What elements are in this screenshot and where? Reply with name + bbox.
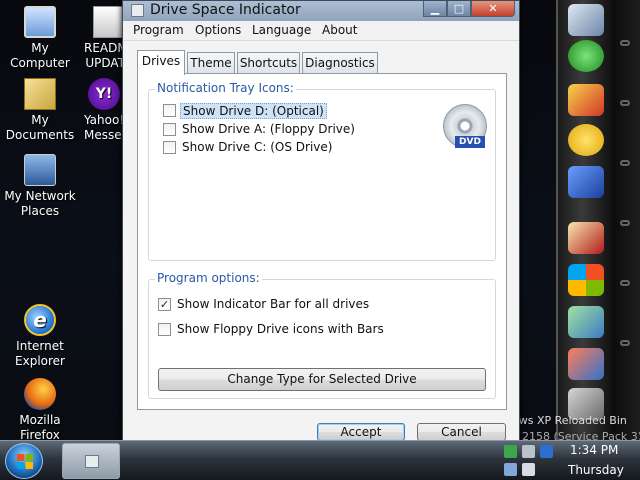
- clock-time[interactable]: 1:34 PM: [570, 443, 618, 457]
- desktop-icon-label: My Documents: [5, 113, 75, 142]
- desktop-icon-internet-explorer[interactable]: e Internet Explorer: [0, 304, 80, 369]
- chain-link: [620, 220, 630, 226]
- checkbox[interactable]: [158, 323, 171, 336]
- desktop-build-text: ows XP Reloaded Bin: [512, 414, 627, 427]
- desktop-icon-mozilla-firefox[interactable]: Mozilla Firefox: [0, 378, 80, 443]
- minimize-button[interactable]: ▁: [423, 1, 447, 17]
- chain-link: [620, 40, 630, 46]
- group-label: Program options:: [155, 271, 262, 285]
- desktop-icon-label: My Network Places: [4, 189, 76, 218]
- chain-link: [620, 160, 630, 166]
- checkbox[interactable]: ✓: [158, 298, 171, 311]
- tab-theme[interactable]: Theme: [187, 52, 235, 74]
- maximize-button[interactable]: □: [447, 1, 471, 17]
- checkbox-label: Show Drive D: (Optical): [180, 103, 327, 119]
- windows-logo-icon: [17, 454, 33, 469]
- desktop-icon-my-network-places[interactable]: My Network Places: [0, 154, 80, 219]
- window-title: Drive Space Indicator: [150, 2, 301, 18]
- drives-tab-panel: Notification Tray Icons: Show Drive D: (…: [137, 73, 507, 410]
- checkbox[interactable]: [163, 141, 176, 154]
- dock-windows-icon[interactable]: [568, 264, 604, 296]
- desktop-icon-my-documents[interactable]: My Documents: [0, 78, 80, 143]
- change-type-button[interactable]: Change Type for Selected Drive: [158, 368, 486, 391]
- desktop-icon-label: My Computer: [10, 41, 70, 70]
- menu-options[interactable]: Options: [195, 23, 241, 37]
- chain-link: [620, 100, 630, 106]
- drive-indicator-tray-icon[interactable]: [540, 445, 553, 458]
- desktop-icon-yahoo-messenger[interactable]: Y! Yahoo! Messenger: [84, 78, 124, 143]
- menu-bar: Program Options Language About: [123, 21, 519, 41]
- checkbox-show-floppy-icons[interactable]: Show Floppy Drive icons with Bars: [158, 322, 384, 338]
- dock-ie-icon[interactable]: [568, 40, 604, 72]
- clock-day[interactable]: Thursday: [568, 463, 624, 477]
- checkbox-label: Show Drive A: (Floppy Drive): [182, 122, 355, 136]
- checkbox-label: Show Drive C: (OS Drive): [182, 140, 333, 154]
- cancel-button[interactable]: Cancel: [417, 423, 506, 441]
- menu-program[interactable]: Program: [133, 23, 184, 37]
- checkbox[interactable]: [163, 104, 176, 117]
- checkbox-show-drive-a[interactable]: Show Drive A: (Floppy Drive): [163, 122, 363, 138]
- dock-msn-icon[interactable]: [568, 166, 604, 198]
- start-button[interactable]: [5, 443, 43, 479]
- app-icon: [85, 455, 99, 468]
- dock-app-icon[interactable]: [568, 4, 604, 36]
- documents-folder-icon: [24, 78, 56, 110]
- dock-edge: [612, 0, 640, 440]
- app-icon: [131, 4, 144, 17]
- application-dock: [556, 0, 612, 440]
- checkbox-label: Show Indicator Bar for all drives: [177, 297, 370, 311]
- tray-icon[interactable]: [522, 463, 535, 476]
- close-button[interactable]: ✕: [471, 1, 515, 17]
- drive-space-indicator-window: Drive Space Indicator ▁ □ ✕ Program Opti…: [122, 0, 520, 441]
- checkbox[interactable]: [163, 123, 176, 136]
- accept-button[interactable]: Accept: [317, 423, 405, 441]
- menu-about[interactable]: About: [322, 23, 357, 37]
- checkbox-label: Show Floppy Drive icons with Bars: [177, 322, 384, 336]
- volume-tray-icon[interactable]: [504, 463, 517, 476]
- yahoo-icon: Y!: [88, 78, 120, 110]
- program-options-group: Program options: ✓ Show Indicator Bar fo…: [148, 271, 496, 399]
- desktop-icon-my-computer[interactable]: My Computer: [0, 6, 80, 71]
- computer-icon: [24, 6, 56, 38]
- dock-winrar-icon[interactable]: [568, 222, 604, 254]
- dvd-badge: DVD: [455, 136, 485, 148]
- tab-diagnostics[interactable]: Diagnostics: [302, 52, 378, 74]
- dock-media-icon[interactable]: [568, 84, 604, 116]
- document-icon: [93, 6, 125, 38]
- title-bar[interactable]: Drive Space Indicator ▁ □ ✕: [123, 1, 519, 21]
- chain-link: [620, 280, 630, 286]
- desktop-icon-label: Mozilla Firefox: [19, 413, 61, 442]
- group-label: Notification Tray Icons:: [155, 81, 296, 95]
- dock-tools-icon[interactable]: [568, 348, 604, 380]
- firefox-icon: [24, 378, 56, 410]
- tab-drives[interactable]: Drives: [137, 50, 185, 75]
- internet-explorer-icon: e: [24, 304, 56, 336]
- desktop-icon-label: Internet Explorer: [15, 339, 65, 368]
- desktop-icon-label: Yahoo! Messenger: [84, 113, 124, 142]
- network-icon: [24, 154, 56, 186]
- drive-tray-icon[interactable]: [522, 445, 535, 458]
- chain-link: [620, 340, 630, 346]
- taskbar-window-button[interactable]: [62, 443, 120, 479]
- menu-language[interactable]: Language: [252, 23, 311, 37]
- notification-tray-group: Notification Tray Icons: Show Drive D: (…: [148, 81, 496, 261]
- checkbox-show-drive-d[interactable]: Show Drive D: (Optical): [163, 103, 363, 119]
- tab-shortcuts[interactable]: Shortcuts: [237, 52, 300, 74]
- taskbar: [0, 440, 640, 480]
- dock-archive-icon[interactable]: [568, 306, 604, 338]
- checkbox-show-drive-c[interactable]: Show Drive C: (OS Drive): [163, 140, 363, 156]
- checkbox-show-indicator-bar[interactable]: ✓ Show Indicator Bar for all drives: [158, 297, 378, 313]
- network-tray-icon[interactable]: [504, 445, 517, 458]
- dock-messenger-icon[interactable]: [568, 124, 604, 156]
